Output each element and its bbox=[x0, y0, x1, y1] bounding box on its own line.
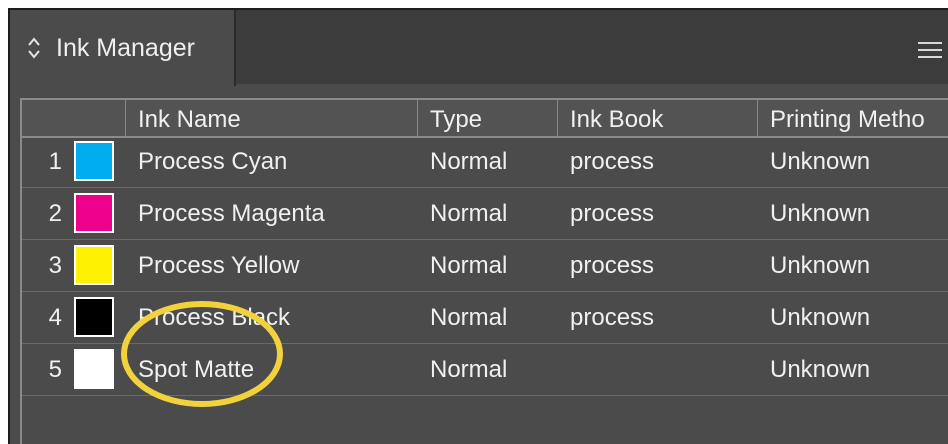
ink-swatch[interactable] bbox=[74, 193, 114, 233]
ink-row[interactable]: 5 Spot Matte Normal Unknown bbox=[22, 344, 948, 396]
ink-book: process bbox=[570, 148, 655, 175]
ink-swatch[interactable] bbox=[74, 349, 114, 389]
ink-name: Process Cyan bbox=[138, 148, 288, 175]
ink-name: Process Yellow bbox=[138, 252, 300, 279]
ink-swatch[interactable] bbox=[74, 245, 114, 285]
ink-book: process bbox=[570, 200, 655, 227]
ink-manager-panel: Ink Manager Ink Name Type Ink Book Print… bbox=[8, 8, 948, 444]
row-number: 2 bbox=[48, 200, 62, 227]
ink-type: Normal bbox=[430, 356, 508, 383]
printing-method: Unknown bbox=[770, 252, 871, 279]
printing-method: Unknown bbox=[770, 148, 871, 175]
printing-method: Unknown bbox=[770, 356, 871, 383]
ink-swatch[interactable] bbox=[74, 141, 114, 181]
empty-table-area bbox=[22, 396, 948, 444]
hamburger-menu-icon[interactable] bbox=[918, 42, 942, 60]
ink-name: Process Black bbox=[138, 304, 291, 331]
swatch-column-header[interactable] bbox=[22, 100, 126, 136]
ink-row[interactable]: 3 Process Yellow Normal process Unknown bbox=[22, 240, 948, 292]
table-header-row: Ink Name Type Ink Book Printing Metho bbox=[22, 100, 948, 138]
column-header-type[interactable]: Type bbox=[418, 100, 558, 136]
panel-title: Ink Manager bbox=[56, 34, 195, 62]
column-header-ink-name[interactable]: Ink Name bbox=[126, 100, 418, 136]
column-header-printing-method[interactable]: Printing Metho bbox=[758, 100, 948, 136]
ink-manager-tab[interactable]: Ink Manager bbox=[10, 10, 236, 86]
ink-table: Ink Name Type Ink Book Printing Metho 1 … bbox=[20, 98, 948, 444]
up-down-chevron-icon[interactable] bbox=[28, 37, 40, 59]
ink-swatch[interactable] bbox=[74, 297, 114, 337]
ink-book: process bbox=[570, 252, 655, 279]
ink-row[interactable]: 4 Process Black Normal process Unknown bbox=[22, 292, 948, 344]
ink-name: Spot Matte bbox=[138, 356, 255, 383]
column-header-ink-book[interactable]: Ink Book bbox=[558, 100, 758, 136]
ink-type: Normal bbox=[430, 148, 508, 175]
panel-tab-bar: Ink Manager bbox=[10, 10, 948, 86]
ink-type: Normal bbox=[430, 200, 508, 227]
ink-row[interactable]: 1 Process Cyan Normal process Unknown bbox=[22, 136, 948, 188]
ink-type: Normal bbox=[430, 304, 508, 331]
row-number: 5 bbox=[48, 356, 62, 383]
row-number: 3 bbox=[48, 252, 62, 279]
ink-type: Normal bbox=[430, 252, 508, 279]
ink-row[interactable]: 2 Process Magenta Normal process Unknown bbox=[22, 188, 948, 240]
printing-method: Unknown bbox=[770, 200, 871, 227]
row-number: 4 bbox=[48, 304, 62, 331]
row-number: 1 bbox=[48, 148, 62, 175]
printing-method: Unknown bbox=[770, 304, 871, 331]
ink-name: Process Magenta bbox=[138, 200, 325, 227]
ink-book: process bbox=[570, 304, 655, 331]
